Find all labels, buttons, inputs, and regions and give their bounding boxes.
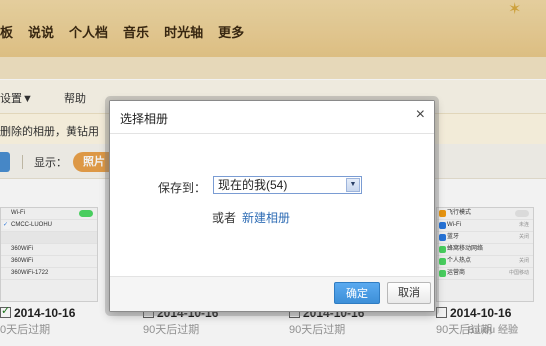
confirm-button[interactable]: 确定	[334, 282, 380, 304]
dialog-footer: 确定 取消	[110, 276, 434, 311]
close-icon[interactable]: ×	[416, 106, 425, 124]
new-album-link[interactable]: 新建相册	[242, 211, 290, 225]
dialog-header: 选择相册 ×	[110, 101, 434, 134]
save-to-label: 保存到：	[158, 181, 207, 195]
or-row: 或者 新建相册	[212, 209, 290, 226]
or-text: 或者	[212, 211, 237, 225]
album-select-value: 现在的我(54)	[218, 178, 288, 192]
dialog-title: 选择相册	[120, 112, 169, 126]
album-select[interactable]: 现在的我(54) ▼	[213, 176, 362, 194]
dialog-body: 保存到： 现在的我(54) ▼ 或者 新建相册	[110, 134, 434, 278]
select-album-dialog: 选择相册 × 保存到： 现在的我(54) ▼ 或者 新建相册 确定 取消	[109, 100, 435, 312]
chevron-down-icon[interactable]: ▼	[346, 178, 360, 192]
cancel-button[interactable]: 取消	[387, 282, 431, 304]
